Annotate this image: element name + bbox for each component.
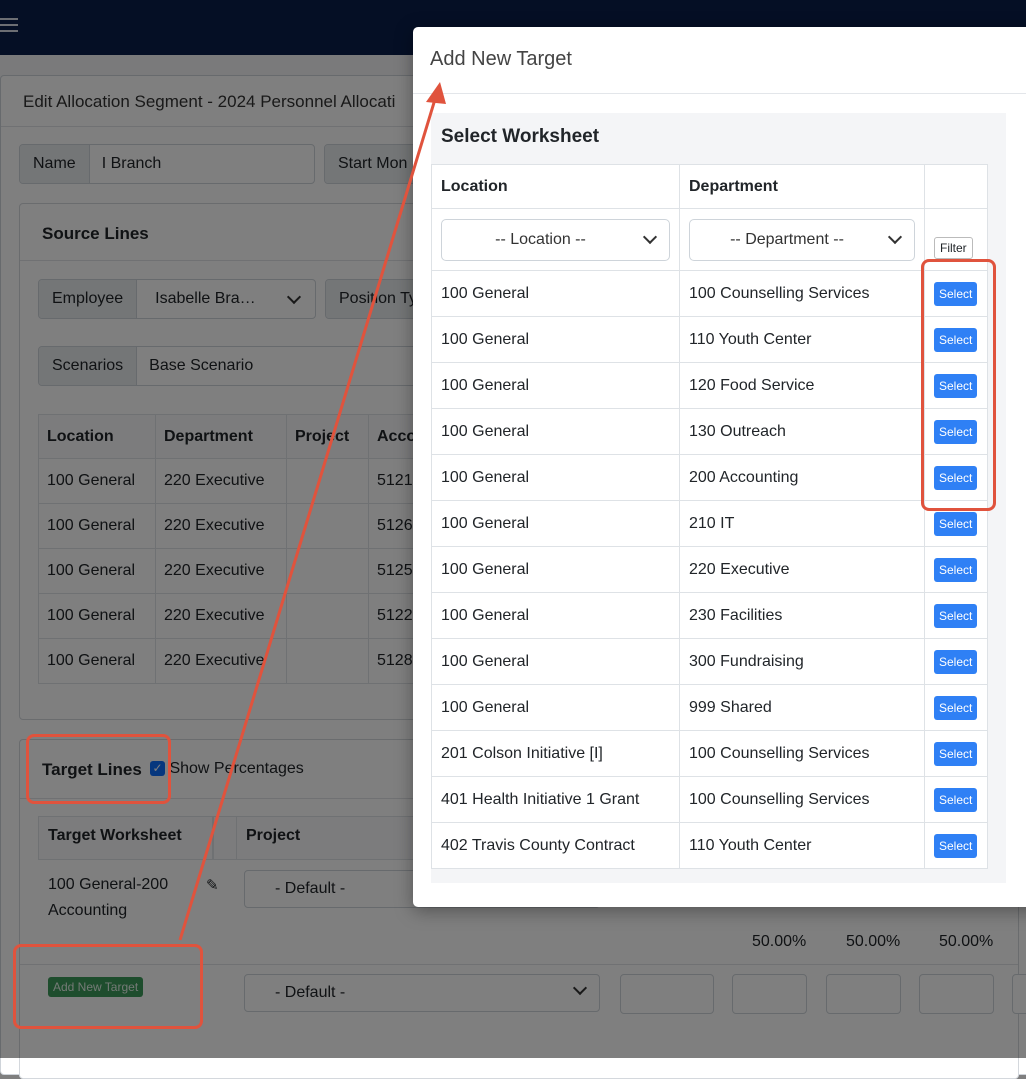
arrow-head [426, 82, 446, 104]
annotation-arrow [178, 82, 446, 941]
arrow-line [178, 95, 438, 941]
